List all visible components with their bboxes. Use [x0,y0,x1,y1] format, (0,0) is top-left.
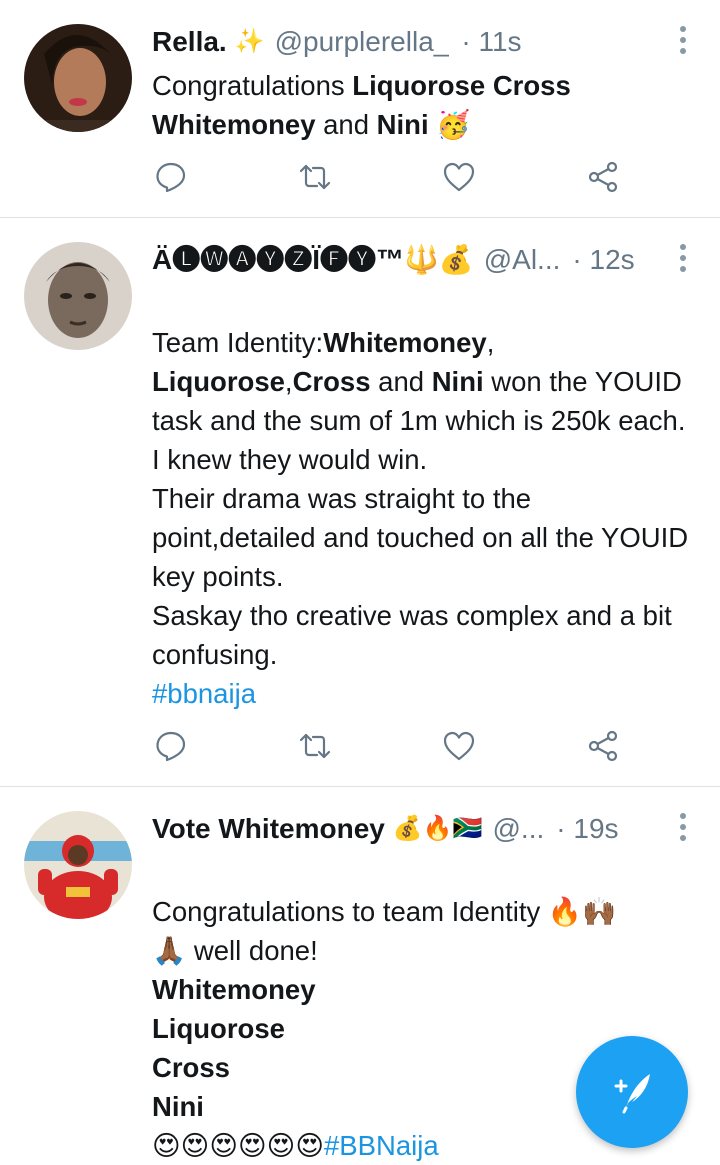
user-handle[interactable]: @... [493,811,545,847]
tweet-header: Vote Whitemoney 💰🔥🇿🇦 @... · 19s [152,809,690,849]
user-handle[interactable]: @purplerella_ [275,24,450,60]
tweet-actions [152,158,622,196]
tweet-header: Ä🅛🅦🅐🅨🅩Ï🅕🅨™🔱💰 @Al... · 12s [152,240,690,280]
timestamp[interactable]: · 11s [461,24,521,60]
bold-segment: Liquorose [152,366,285,397]
text-segment: Congratulations [152,70,353,101]
retweet-icon[interactable] [296,727,334,765]
avatar[interactable] [24,242,132,350]
name-emoji: 💰🔥🇿🇦 [392,815,483,842]
bold-segment: Whitemoney [323,327,487,358]
like-icon[interactable] [440,158,478,196]
text-segment: Team Identity: [152,327,324,358]
more-options-icon[interactable] [668,22,698,58]
retweet-icon[interactable] [296,158,334,196]
bold-segment: Whitemoney Liquorose Cross Nini [152,974,316,1122]
name-emoji: ✨ [234,28,265,55]
tweet[interactable]: Ä🅛🅦🅐🅨🅩Ï🅕🅨™🔱💰 @Al... · 12s Team Identity:… [0,218,720,787]
share-icon[interactable] [584,158,622,196]
text-segment: 😍😍😍😍😍😍 [152,1130,325,1161]
bold-segment: Cross [292,366,371,397]
bold-segment: Liquorose Cross [352,70,571,101]
text-segment: Congratulations to team Identity 🔥🙌🏾 🙏🏾 … [152,896,617,966]
text-segment: , [486,327,495,358]
timestamp[interactable]: · 12s [572,242,634,278]
text-segment: , [284,366,293,397]
text-segment: and [315,109,377,140]
timestamp[interactable]: · 19s [556,811,618,847]
tweet-actions [152,727,622,765]
reply-icon[interactable] [152,727,190,765]
compose-tweet-icon [614,1074,650,1114]
share-icon[interactable] [584,727,622,765]
display-name[interactable]: Vote Whitemoney [152,811,385,847]
avatar[interactable] [24,24,132,132]
display-name[interactable]: Ä🅛🅦🅐🅨🅩Ï🅕🅨™🔱💰 [152,242,474,278]
reply-icon[interactable] [152,158,190,196]
more-options-icon[interactable] [668,240,698,276]
hashtag-link[interactable]: #bbnaija [152,678,256,709]
text-segment: and [370,366,432,397]
tweet-header: Rella. ✨ @purplerella_ · 11s [152,22,690,62]
like-icon[interactable] [440,727,478,765]
text-segment: 🥳 [428,109,471,140]
tweet-text: Congratulations Liquorose Cross Whitemone… [152,66,690,144]
bold-segment: Nini [376,109,429,140]
avatar[interactable] [24,811,132,919]
text-segment: won the YOUID task and the sum of 1m whi… [152,366,689,670]
hashtag-link[interactable]: #BBNaija [324,1130,439,1161]
compose-tweet-button[interactable] [576,1036,688,1148]
user-handle[interactable]: @Al... [484,242,561,278]
tweet-text: Team Identity:Whitemoney, Liquorose,Cros… [152,284,690,713]
bold-segment: Whitemoney [152,109,316,140]
bold-segment: Nini [431,366,484,397]
display-name[interactable]: Rella. [152,24,227,60]
tweet[interactable]: Rella. ✨ @purplerella_ · 11s Congratulat… [0,0,720,218]
more-options-icon[interactable] [668,809,698,845]
